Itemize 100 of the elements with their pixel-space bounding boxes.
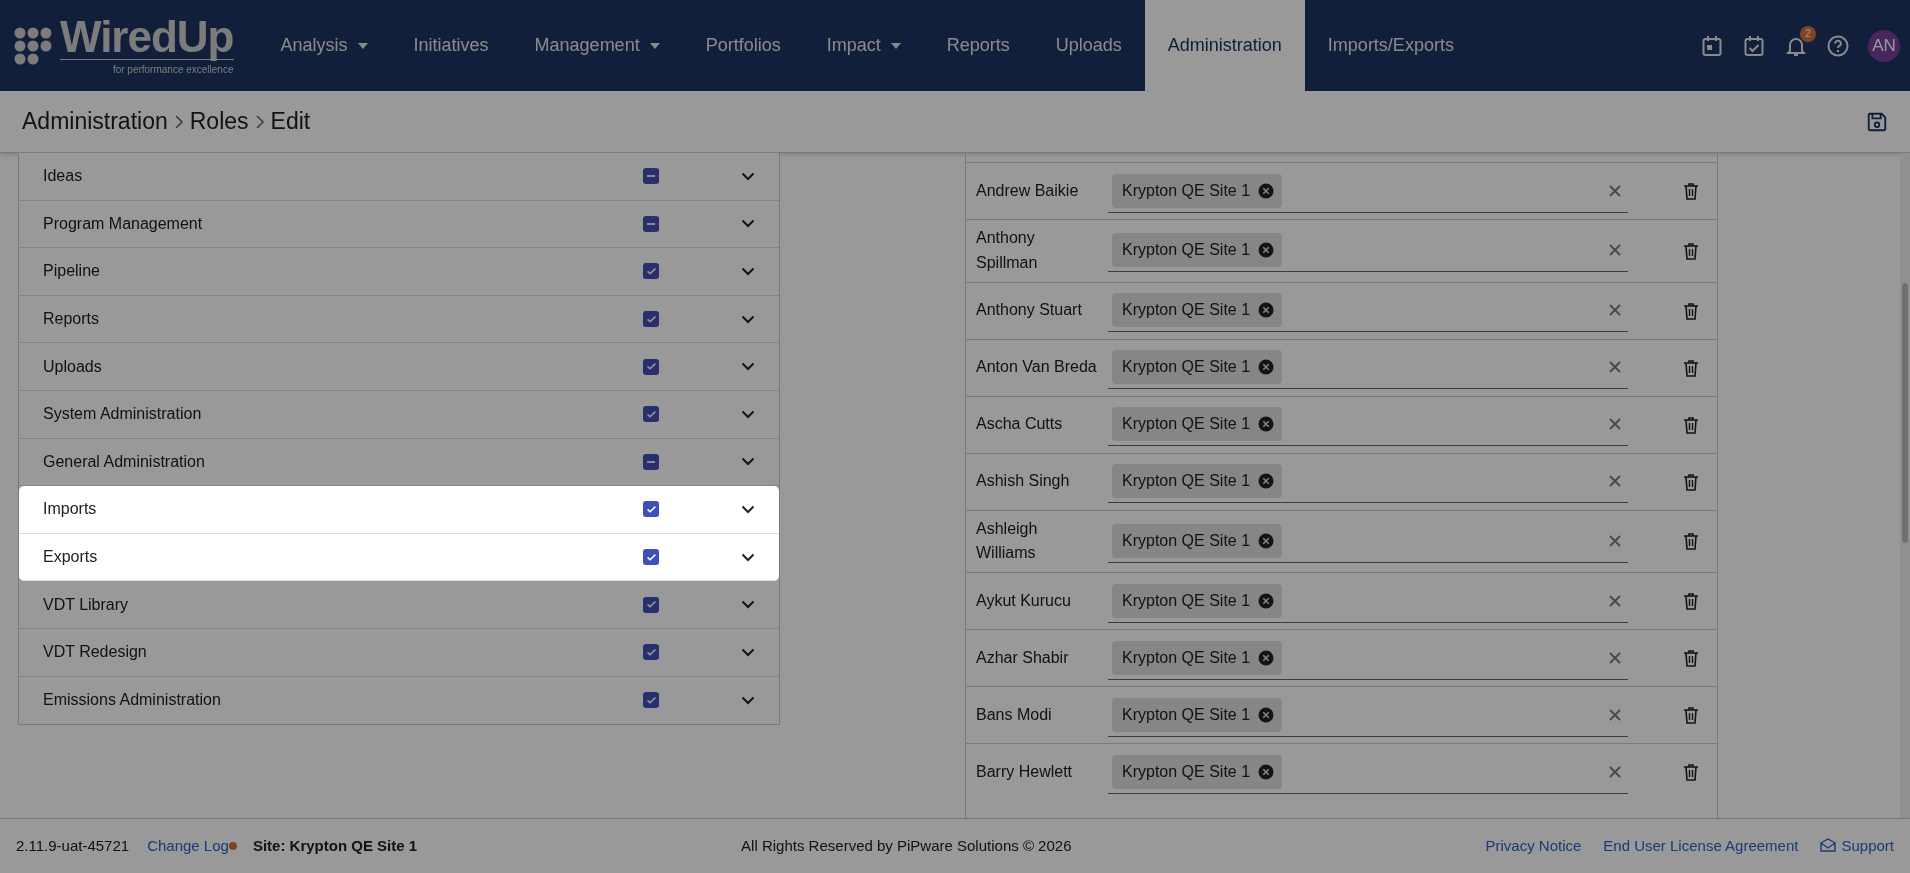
remove-icon[interactable] xyxy=(1258,532,1275,549)
permission-checkbox[interactable] xyxy=(643,358,659,375)
chevron-down-icon[interactable] xyxy=(741,409,755,419)
clear-icon[interactable] xyxy=(1608,593,1622,608)
clear-icon[interactable] xyxy=(1608,417,1622,432)
site-select-field[interactable]: Krypton QE Site 1 xyxy=(1108,403,1628,447)
calendar-check-icon[interactable] xyxy=(1742,33,1766,58)
remove-icon[interactable] xyxy=(1258,706,1275,723)
remove-icon[interactable] xyxy=(1258,592,1275,609)
permission-checkbox[interactable] xyxy=(643,692,659,709)
nav-tab[interactable]: Analysis xyxy=(257,0,391,91)
user-name: Azhar Shabir xyxy=(976,647,1070,668)
chevron-down-icon[interactable] xyxy=(741,552,755,562)
site-chip: Krypton QE Site 1 xyxy=(1112,523,1283,558)
site-select-field[interactable]: Krypton QE Site 1 xyxy=(1108,229,1628,273)
permission-checkbox[interactable] xyxy=(643,168,659,185)
site-select-field[interactable]: Krypton QE Site 1 xyxy=(1108,693,1628,737)
remove-icon[interactable] xyxy=(1258,473,1275,490)
site-select-field[interactable]: Krypton QE Site 1 xyxy=(1108,636,1628,680)
clear-icon[interactable] xyxy=(1608,533,1622,548)
clear-icon[interactable] xyxy=(1608,707,1622,722)
minus-icon xyxy=(647,222,655,225)
delete-icon[interactable] xyxy=(1683,182,1699,200)
delete-icon[interactable] xyxy=(1683,706,1699,725)
change-log-link[interactable]: Change Log xyxy=(147,834,229,858)
minus-icon xyxy=(647,460,655,463)
remove-icon[interactable] xyxy=(1258,302,1275,319)
clear-icon[interactable] xyxy=(1608,474,1622,489)
chevron-down-icon[interactable] xyxy=(741,457,755,467)
permission-checkbox[interactable] xyxy=(643,644,659,661)
permission-checkbox[interactable] xyxy=(643,215,659,232)
nav-tab[interactable]: Management xyxy=(511,0,683,91)
breadcrumb-item[interactable]: Roles xyxy=(189,104,249,139)
remove-icon[interactable] xyxy=(1258,359,1275,376)
remove-icon[interactable] xyxy=(1258,649,1275,666)
chevron-down-icon[interactable] xyxy=(741,267,755,276)
chevron-down-icon[interactable] xyxy=(741,362,755,372)
clear-icon[interactable] xyxy=(1608,650,1622,665)
nav-tab[interactable]: Reports xyxy=(923,0,1033,91)
nav-tab[interactable]: Portfolios xyxy=(682,0,804,91)
permission-name: Ideas xyxy=(43,166,84,187)
calendar-icon[interactable] xyxy=(1700,33,1724,58)
chevron-down-icon[interactable] xyxy=(741,314,755,324)
site-chip: Krypton QE Site 1 xyxy=(1112,173,1283,208)
permission-checkbox[interactable] xyxy=(643,263,659,280)
delete-icon[interactable] xyxy=(1683,415,1699,434)
user-name: Anton Van Breda xyxy=(976,357,1098,378)
clear-icon[interactable] xyxy=(1608,303,1622,318)
delete-icon[interactable] xyxy=(1683,532,1699,551)
site-select-field[interactable]: Krypton QE Site 1 xyxy=(1108,460,1628,504)
remove-icon[interactable] xyxy=(1258,416,1275,433)
support-link[interactable]: Support xyxy=(1820,834,1894,858)
scrollbar[interactable] xyxy=(1900,153,1910,818)
delete-icon[interactable] xyxy=(1683,472,1699,491)
permission-checkbox[interactable] xyxy=(643,596,659,613)
chevron-down-icon[interactable] xyxy=(741,600,755,610)
remove-icon[interactable] xyxy=(1258,182,1275,199)
delete-icon[interactable] xyxy=(1683,241,1699,260)
user-name: Anthony Stuart xyxy=(976,300,1083,321)
site-select-field[interactable]: Krypton QE Site 1 xyxy=(1108,750,1628,794)
chevron-down-icon[interactable] xyxy=(741,504,755,514)
chevron-down-icon[interactable] xyxy=(741,219,755,229)
chevron-down-icon[interactable] xyxy=(741,695,755,705)
chevron-down-icon[interactable] xyxy=(741,171,755,181)
permission-checkbox[interactable] xyxy=(643,311,659,328)
delete-icon[interactable] xyxy=(1683,358,1699,377)
site-select-field[interactable]: Krypton QE Site 1 xyxy=(1108,169,1628,213)
nav-tab[interactable]: Uploads xyxy=(1032,0,1145,91)
permission-checkbox[interactable] xyxy=(643,406,659,423)
save-icon[interactable] xyxy=(1866,110,1888,133)
clear-icon[interactable] xyxy=(1608,243,1622,258)
footer-link[interactable]: End User License Agreement xyxy=(1603,834,1799,858)
help-icon[interactable] xyxy=(1826,33,1850,58)
site-chip: Krypton QE Site 1 xyxy=(1112,464,1283,499)
delete-icon[interactable] xyxy=(1683,301,1699,320)
scrollbar-thumb[interactable] xyxy=(1902,283,1908,543)
user-avatar[interactable]: AN xyxy=(1868,29,1900,62)
mail-icon[interactable] xyxy=(1820,837,1837,852)
site-select-field[interactable]: Krypton QE Site 1 xyxy=(1108,289,1628,333)
chevron-down-icon[interactable] xyxy=(741,647,755,657)
delete-icon[interactable] xyxy=(1683,763,1699,782)
permission-checkbox[interactable] xyxy=(643,501,659,518)
site-select-field[interactable]: Krypton QE Site 1 xyxy=(1108,519,1628,563)
permission-checkbox[interactable] xyxy=(643,453,659,470)
breadcrumb-item[interactable]: Administration xyxy=(22,104,168,139)
site-select-field[interactable]: Krypton QE Site 1 xyxy=(1108,346,1628,390)
delete-icon[interactable] xyxy=(1683,649,1699,668)
chevron-right-icon xyxy=(254,113,265,130)
clear-icon[interactable] xyxy=(1608,764,1622,779)
footer-link[interactable]: Privacy Notice xyxy=(1485,834,1582,858)
nav-tab[interactable]: Impact xyxy=(803,0,924,91)
nav-tab[interactable]: Administration xyxy=(1144,0,1305,91)
clear-icon[interactable] xyxy=(1608,183,1622,198)
remove-icon[interactable] xyxy=(1258,763,1275,780)
delete-icon[interactable] xyxy=(1683,592,1699,611)
site-select-field[interactable]: Krypton QE Site 1 xyxy=(1108,579,1628,623)
remove-icon[interactable] xyxy=(1258,242,1275,259)
nav-tab[interactable]: Initiatives xyxy=(390,0,512,91)
clear-icon[interactable] xyxy=(1608,360,1622,375)
permission-checkbox[interactable] xyxy=(643,549,659,566)
